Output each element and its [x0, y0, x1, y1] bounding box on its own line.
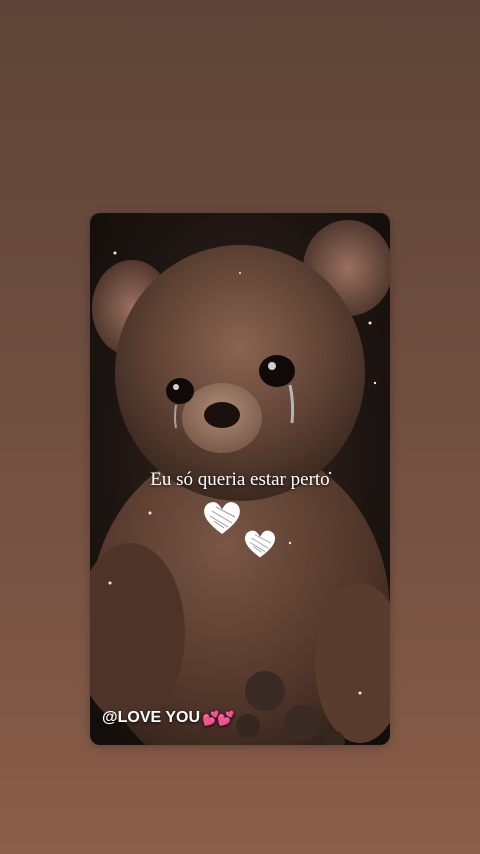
watermark: @LOVE YOU 💕💕 [102, 709, 235, 727]
white-scribble-heart-icon [243, 528, 277, 565]
caption-text: Eu só queria estar perto [150, 469, 330, 490]
watermark-text: @LOVE YOU [102, 709, 200, 726]
video-card[interactable]: Eu só queria estar perto @LOVE YOU 💕💕 [90, 213, 390, 745]
white-scribble-heart-icon [202, 499, 242, 542]
pink-hearts-icon: 💕💕 [202, 709, 235, 726]
